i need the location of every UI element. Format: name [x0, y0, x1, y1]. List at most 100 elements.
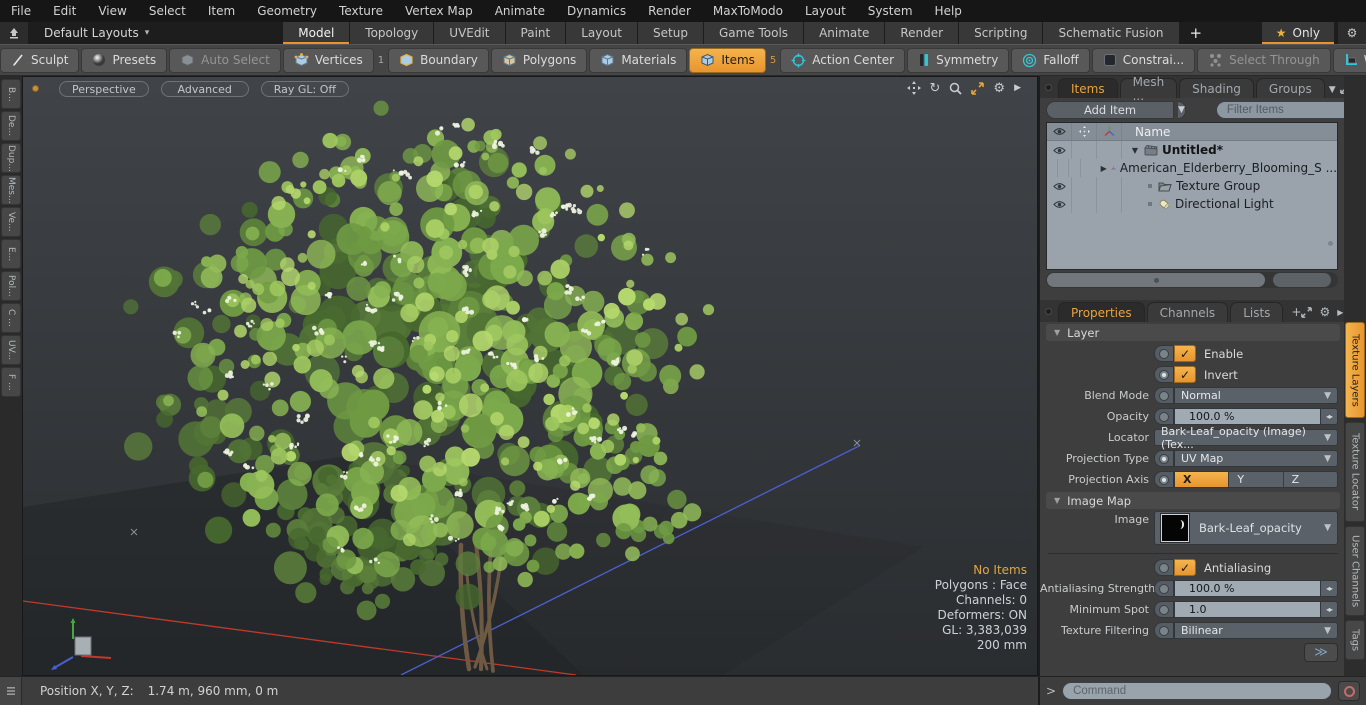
locator-dropdown[interactable]: Bark-Leaf_opacity (Image) (Tex... ▼ — [1154, 425, 1338, 451]
visibility-toggle[interactable] — [1047, 177, 1072, 195]
viewport-shading-button[interactable]: Advanced — [160, 81, 249, 97]
add-item-dropdown[interactable]: ▼ — [1178, 101, 1186, 119]
left-tab-edge[interactable]: E... — [1, 239, 21, 269]
panel-menu-dot[interactable] — [1045, 308, 1052, 315]
antialiasing-channel-radio[interactable] — [1154, 559, 1174, 576]
scrollbar-thumb[interactable] — [1047, 273, 1265, 287]
menu-layout[interactable]: Layout — [794, 4, 857, 18]
left-tab-falloff[interactable]: F ... — [1, 367, 21, 397]
rotate-icon[interactable]: ↻ — [930, 82, 941, 95]
right-tab-tags[interactable]: Tags — [1345, 620, 1365, 660]
tab-animate[interactable]: Animate — [804, 22, 886, 44]
falloff-button[interactable]: Falloff — [1011, 47, 1090, 73]
gear-icon[interactable]: ⚙ — [1319, 305, 1330, 319]
tab-setup[interactable]: Setup — [638, 22, 704, 44]
add-item-button[interactable]: Add Item — [1046, 101, 1174, 119]
texture-filtering-channel-radio[interactable] — [1154, 622, 1174, 639]
projection-axis-channel-radio[interactable] — [1154, 471, 1174, 488]
blend-mode-channel-radio[interactable] — [1154, 387, 1174, 404]
left-tab-uv[interactable]: UV... — [1, 335, 21, 365]
tab-lists[interactable]: Lists — [1230, 302, 1284, 322]
right-tab-user-channels[interactable]: User Channels — [1345, 526, 1365, 616]
polygons-mode-button[interactable]: Polygons — [490, 47, 588, 73]
maximize-icon[interactable] — [971, 81, 985, 95]
left-tab-bevel[interactable]: B... — [1, 79, 21, 109]
expand-icon[interactable]: ▶ — [1014, 83, 1021, 93]
right-tab-texture-layers[interactable]: Texture Layers — [1345, 322, 1365, 418]
blend-mode-dropdown[interactable]: Normal ▼ — [1174, 387, 1338, 404]
favorites-only-toggle[interactable]: ★ Only — [1261, 22, 1335, 44]
layer-section-header[interactable]: ▼ Layer — [1046, 324, 1340, 341]
viewport-3d[interactable]: Perspective Advanced Ray GL: Off ↻ ⚙ ▶ N… — [22, 76, 1038, 676]
zoom-icon[interactable] — [949, 82, 963, 95]
items-mode-button[interactable]: Items — [689, 47, 766, 73]
expand-icon[interactable]: ▶ — [1337, 308, 1343, 317]
action-center-button[interactable]: Action Center — [780, 47, 906, 73]
projection-type-channel-radio[interactable] — [1154, 450, 1174, 467]
tab-scripting[interactable]: Scripting — [959, 22, 1044, 44]
item-list-hscrollbar[interactable] — [1046, 272, 1338, 288]
status-corner-button[interactable] — [0, 677, 22, 705]
opacity-channel-radio[interactable] — [1154, 408, 1174, 425]
invert-channel-radio[interactable] — [1154, 366, 1174, 383]
tab-shading[interactable]: Shading — [1179, 78, 1254, 98]
visibility-toggle[interactable] — [1047, 195, 1072, 213]
auto-select-button[interactable]: Auto Select — [169, 47, 281, 73]
tab-uvedit[interactable]: UVEdit — [434, 22, 506, 44]
minimum-spot-channel-radio[interactable] — [1154, 601, 1174, 618]
tab-properties[interactable]: Properties — [1058, 302, 1145, 322]
tab-model[interactable]: Model — [283, 22, 351, 44]
viewport-menu-dot[interactable] — [32, 85, 39, 92]
macro-record-button[interactable] — [1338, 681, 1360, 701]
symmetry-button[interactable]: Symmetry — [907, 47, 1010, 73]
add-tab-button[interactable]: + — [1291, 305, 1301, 319]
projection-type-dropdown[interactable]: UV Map ▼ — [1174, 450, 1338, 467]
tab-mesh-ops[interactable]: Mesh ... — [1119, 75, 1178, 103]
tab-groups[interactable]: Groups — [1255, 78, 1325, 98]
item-row-mesh[interactable]: ▶ American_Elderberry_Blooming_S ... — [1047, 159, 1337, 177]
left-tab-mesh[interactable]: Mes... — [1, 175, 21, 205]
eye-column-icon[interactable] — [1052, 127, 1066, 136]
menu-render[interactable]: Render — [637, 4, 702, 18]
menu-select[interactable]: Select — [138, 4, 197, 18]
opacity-stepper[interactable]: ◂▸ — [1321, 408, 1338, 425]
materials-mode-button[interactable]: Materials — [589, 47, 688, 73]
visibility-toggle[interactable] — [1047, 141, 1072, 159]
presets-button[interactable]: Presets — [81, 47, 168, 73]
maximize-icon[interactable] — [1301, 306, 1313, 318]
axis-column-icon[interactable] — [1104, 126, 1115, 137]
menu-texture[interactable]: Texture — [328, 4, 394, 18]
expand-arrow-icon[interactable]: ▶ — [1101, 164, 1107, 173]
vertices-mode-button[interactable]: Vertices — [282, 47, 374, 73]
boundary-mode-button[interactable]: Boundary — [388, 47, 489, 73]
aa-strength-field[interactable]: 100.0 % — [1174, 580, 1321, 597]
menu-item[interactable]: Item — [197, 4, 246, 18]
menu-animate[interactable]: Animate — [484, 4, 556, 18]
viewport-raygl-button[interactable]: Ray GL: Off — [260, 81, 349, 97]
item-row-texture-group[interactable]: Texture Group — [1047, 177, 1337, 195]
more-properties-button[interactable]: ≫ — [1304, 643, 1338, 662]
layoutbar-gear-button[interactable]: ⚙ — [1338, 22, 1366, 44]
workplane-button[interactable]: WorkPlane — [1332, 47, 1366, 73]
antialiasing-checkbox[interactable]: ✓ — [1174, 559, 1196, 576]
sculpt-button[interactable]: Sculpt — [0, 47, 80, 73]
left-tab-curve[interactable]: C ... — [1, 303, 21, 333]
tab-layout[interactable]: Layout — [566, 22, 639, 44]
left-tab-vertex[interactable]: Ve... — [1, 207, 21, 237]
texture-filtering-dropdown[interactable]: Bilinear ▼ — [1174, 622, 1338, 639]
menu-file[interactable]: File — [0, 4, 42, 18]
right-tab-texture-locator[interactable]: Texture Locator — [1345, 422, 1365, 522]
select-through-button[interactable]: Select Through — [1197, 47, 1331, 73]
add-layout-tab-button[interactable]: + — [1180, 22, 1213, 44]
collapse-arrow-icon[interactable]: ▼ — [1130, 146, 1140, 155]
item-row-directional-light[interactable]: Directional Light — [1047, 195, 1337, 213]
menu-maxtomodo[interactable]: MaxToModo — [702, 4, 794, 18]
axis-x-button[interactable]: X — [1175, 472, 1230, 487]
tab-items[interactable]: Items — [1058, 78, 1118, 98]
gear-icon[interactable]: ⚙ — [993, 82, 1005, 95]
enable-channel-radio[interactable] — [1154, 345, 1174, 362]
aa-strength-channel-radio[interactable] — [1154, 580, 1174, 597]
invert-checkbox[interactable]: ✓ — [1174, 366, 1196, 383]
menu-geometry[interactable]: Geometry — [246, 4, 328, 18]
image-map-section-header[interactable]: ▼ Image Map — [1046, 492, 1340, 509]
